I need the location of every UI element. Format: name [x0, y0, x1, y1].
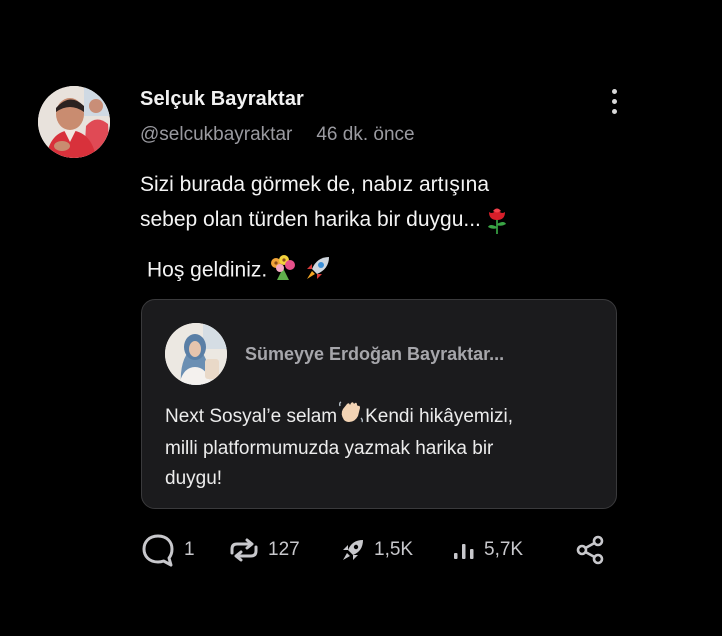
repost-button[interactable]: 127: [228, 530, 300, 570]
rose-emoji: [485, 205, 509, 235]
quoted-author-avatar[interactable]: [165, 323, 227, 385]
views-button[interactable]: 5,7K: [452, 530, 523, 570]
quoted-post-text: Next Sosyal’e selam Kendi hikâyemizi, mi…: [165, 400, 605, 494]
reply-button[interactable]: 1: [140, 530, 195, 570]
views-count: 5,7K: [484, 539, 524, 560]
greeting-text: Hoş geldiniz.: [147, 258, 268, 282]
post-meta: @selcukbayraktar 46 dk. önce: [140, 124, 415, 146]
repost-count: 127: [268, 539, 300, 560]
action-bar: 1 127 1,5K 5,7K: [0, 530, 722, 570]
post-body-line-text: sebep olan türden harika bir duygu...: [140, 208, 481, 231]
quoted-post-card[interactable]: Sümeyye Erdoğan Bayraktar... Next Sosyal…: [141, 299, 617, 509]
author-name[interactable]: Selçuk Bayraktar: [140, 88, 304, 111]
quoted-text-segment: Next Sosyal’e selam: [165, 406, 338, 428]
post-body-line-2: sebep olan türden harika bir duygu...: [140, 202, 620, 237]
more-vertical-icon[interactable]: [600, 84, 628, 118]
post-body: Sizi burada görmek de, nabız artışına se…: [140, 167, 620, 237]
boost-button[interactable]: 1,5K: [340, 530, 413, 570]
rocket-icon: [340, 537, 366, 563]
post-time: 46 dk. önce: [316, 124, 415, 145]
quoted-text-line-3: duygu!: [165, 468, 223, 489]
quoted-text-line-2: milli platformumuzda yazmak harika bir: [165, 438, 494, 459]
quoted-author-name[interactable]: Sümeyye Erdoğan Bayraktar...: [245, 344, 504, 365]
reply-count: 1: [184, 539, 195, 560]
post-body-line: Sizi burada görmek de, nabız artışına: [140, 173, 490, 196]
comment-icon: [140, 532, 176, 568]
author-handle[interactable]: @selcukbayraktar: [140, 124, 292, 145]
post: Selçuk Bayraktar @selcukbayraktar 46 dk. …: [0, 0, 722, 636]
share-button[interactable]: [576, 530, 604, 570]
author-avatar[interactable]: [38, 86, 110, 158]
repost-icon: [228, 538, 260, 562]
rocket-emoji: [303, 253, 333, 289]
bouquet-emoji: [267, 254, 297, 288]
views-bars-icon: [452, 538, 476, 562]
post-greeting: Hoş geldiniz.: [147, 253, 333, 289]
quoted-text-line-1: Next Sosyal’e selam Kendi hikâyemizi,: [165, 400, 605, 434]
waving-hand-emoji: [338, 400, 364, 434]
boost-count: 1,5K: [374, 539, 414, 560]
quoted-text-segment-2: Kendi hikâyemizi,: [365, 406, 513, 428]
share-icon: [576, 535, 604, 565]
